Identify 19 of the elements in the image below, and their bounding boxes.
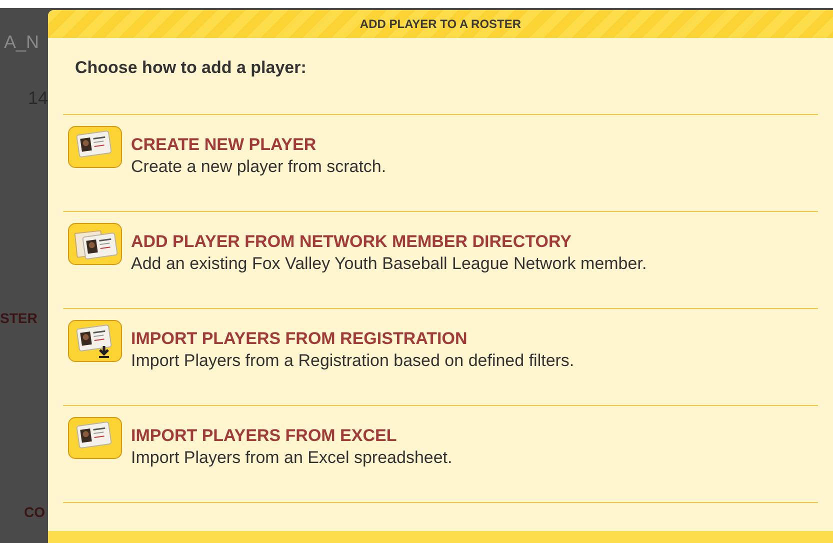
option-row[interactable]: ADD PLAYER FROM NETWORK MEMBER DIRECTORY Add an existing Fox Valley Youth Baseball League Network member.: [63, 212, 818, 309]
player-card-icon: [68, 126, 122, 168]
option-title: CREATE NEW PLAYER: [131, 134, 318, 156]
background-text: A_N: [4, 32, 40, 52]
player-card-icon: [68, 223, 122, 265]
option-row[interactable]: CREATE NEW PLAYER Create a new player from scratch.: [63, 115, 818, 212]
option-description: Import Players from an Excel spreadsheet.: [131, 447, 452, 469]
player-card-icon: [68, 320, 122, 362]
player-card-icon: [68, 417, 122, 459]
option-title: IMPORT PLAYERS FROM REGISTRATION: [131, 328, 468, 350]
option-description: Add an existing Fox Valley Youth Baseball League Network member.: [131, 253, 647, 275]
option-row[interactable]: IMPORT PLAYERS FROM EXCEL Import Players from an Excel spreadsheet.: [63, 406, 818, 503]
option-row[interactable]: IMPORT PLAYERS FROM REGISTRATION Import Players from a Registration based on defined filters.: [63, 309, 818, 406]
dialog-title: ADD PLAYER TO A ROSTER: [360, 16, 522, 32]
option-description: Create a new player from scratch.: [131, 156, 386, 178]
option-description: Import Players from a Registration based on defined filters.: [131, 350, 574, 372]
option-title: IMPORT PLAYERS FROM EXCEL: [131, 425, 398, 447]
prompt-text: Choose how to add a player:: [75, 58, 306, 77]
option-title: ADD PLAYER FROM NETWORK MEMBER DIRECTORY: [131, 231, 572, 253]
